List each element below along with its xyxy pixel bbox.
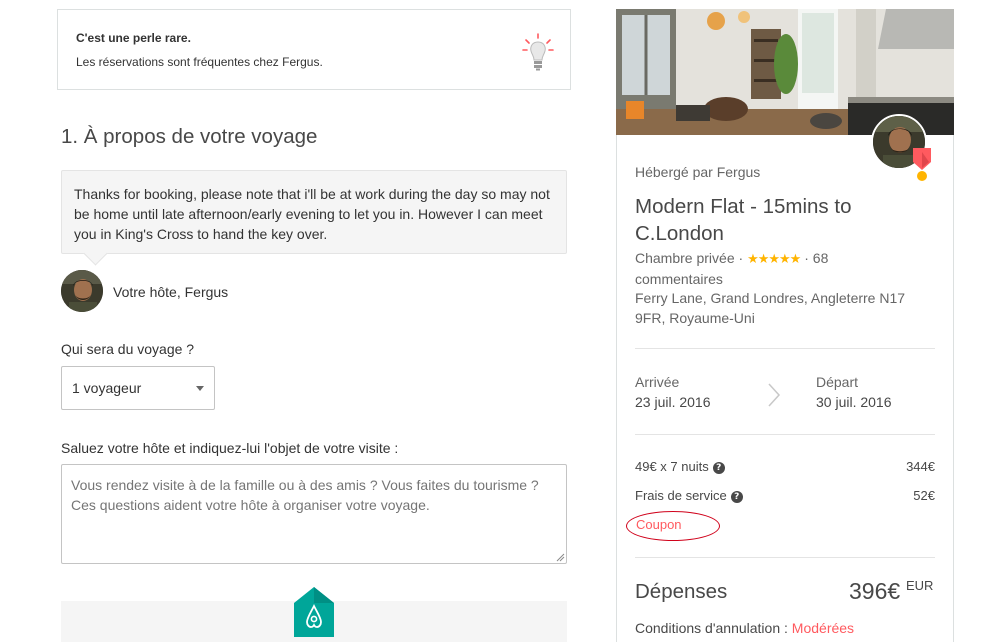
arrival-label: Arrivée — [635, 374, 680, 390]
cancellation-policy: Conditions d'annulation : Modérées — [635, 620, 854, 636]
room-info: Chambre privée · ★★★★★ · 68 commentaires — [635, 250, 829, 287]
total-currency: EUR — [906, 578, 934, 593]
superhost-badge-icon — [913, 148, 931, 181]
rating-stars: ★★★★★ — [747, 251, 801, 266]
rare-find-banner: C'est une perle rare. Les réservations s… — [57, 9, 571, 90]
host-label: Votre hôte, Fergus — [113, 284, 229, 300]
cancellation-label: Conditions d'annulation : — [635, 620, 788, 636]
coupon-link[interactable]: Coupon — [636, 517, 682, 532]
host-message-text: Thanks for booking, please note that i'l… — [74, 186, 550, 242]
review-count[interactable]: 68 — [813, 250, 829, 266]
cancellation-policy-link[interactable]: Modérées — [792, 620, 854, 636]
nights-price-label: 49€ x 7 nuits? — [635, 459, 725, 474]
caret-down-icon — [196, 386, 204, 391]
depart-date[interactable]: 30 juil. 2016 — [816, 394, 892, 410]
section-title: 1. À propos de votre voyage — [61, 125, 318, 148]
service-fee-label: Frais de service? — [635, 488, 743, 503]
message-label: Saluez votre hôte et indiquez-lui l'obje… — [61, 440, 399, 456]
divider — [635, 348, 935, 349]
service-fee-text: Frais de service — [635, 488, 727, 503]
total-label: Dépenses — [635, 580, 728, 603]
resize-handle-icon[interactable] — [555, 552, 565, 562]
reviews-word[interactable]: commentaires — [635, 271, 723, 287]
arrival-date[interactable]: 23 juil. 2016 — [635, 394, 711, 410]
help-icon[interactable]: ? — [730, 491, 743, 503]
hosted-by: Hébergé par Fergus — [635, 164, 761, 180]
host-avatar[interactable] — [61, 270, 103, 312]
nights-price-value: 344€ — [906, 459, 935, 474]
total-value: 396€ — [849, 578, 901, 604]
lightbulb-icon — [522, 33, 554, 71]
nights-price-text: 49€ x 7 nuits — [635, 459, 709, 474]
host-message-bubble: Thanks for booking, please note that i'l… — [61, 170, 567, 254]
message-textarea[interactable] — [61, 464, 567, 564]
room-type: Chambre privée — [635, 250, 735, 266]
listing-address: Ferry Lane, Grand Londres, Angleterre N1… — [635, 290, 906, 326]
help-icon[interactable]: ? — [712, 462, 725, 474]
depart-label: Départ — [816, 374, 859, 390]
airbnb-logo-icon — [294, 587, 334, 637]
divider — [635, 434, 935, 435]
chevron-right-icon — [768, 383, 781, 407]
divider — [635, 557, 935, 558]
listing-title[interactable]: Modern Flat - 15mins to C.London — [635, 193, 905, 247]
guests-select[interactable]: 1 voyageur — [61, 366, 215, 410]
guests-selected-value: 1 voyageur — [72, 380, 142, 396]
banner-text: Les réservations sont fréquentes chez Fe… — [76, 55, 323, 69]
guests-label: Qui sera du voyage ? — [61, 341, 195, 357]
service-fee-value: 52€ — [913, 488, 935, 503]
host-photo — [61, 270, 103, 312]
banner-title: C'est une perle rare. — [76, 31, 191, 45]
